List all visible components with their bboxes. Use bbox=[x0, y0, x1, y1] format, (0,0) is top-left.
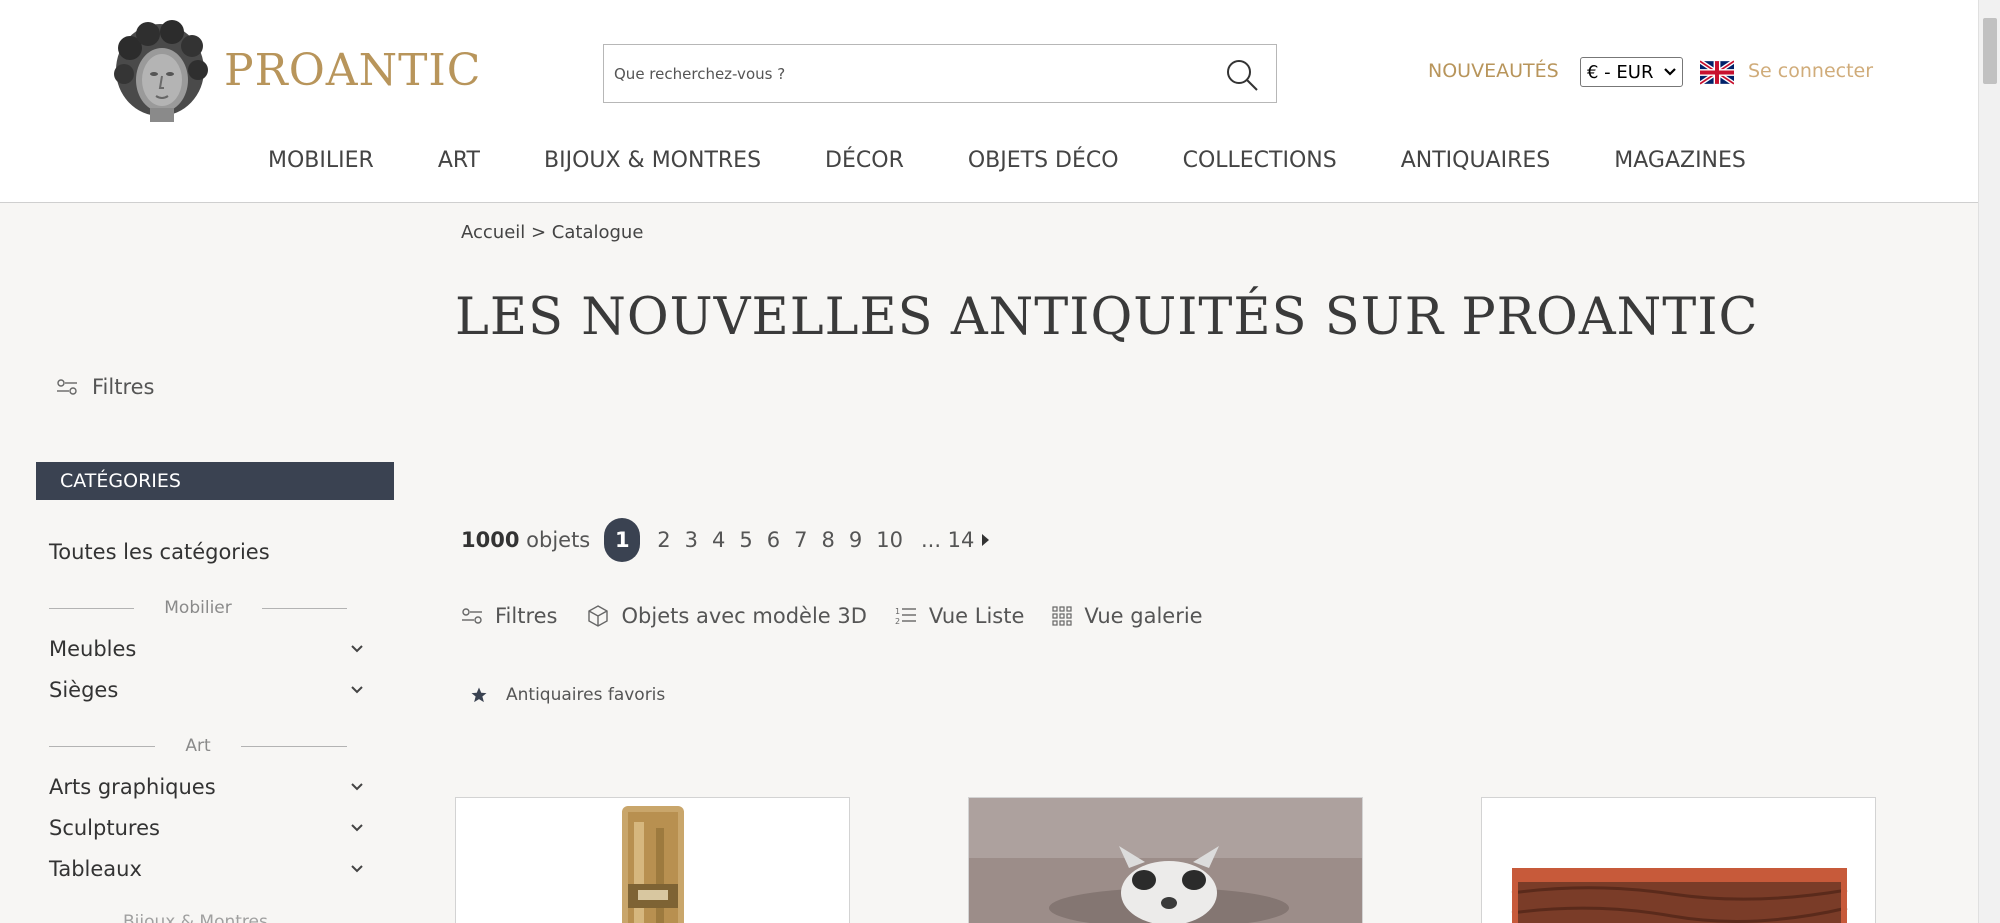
sidebar-filters-button[interactable]: Filtres bbox=[56, 375, 155, 399]
page-title: LES NOUVELLES ANTIQUITÉS SUR PROANTIC bbox=[455, 288, 1759, 347]
favorite-dealers-filter[interactable]: Antiquaires favoris bbox=[470, 685, 665, 705]
search-input[interactable] bbox=[614, 45, 1204, 102]
product-card[interactable] bbox=[455, 797, 850, 923]
list-view-button[interactable]: 1 2 Vue Liste bbox=[895, 604, 1024, 628]
product-card[interactable] bbox=[1481, 797, 1876, 923]
page-link[interactable]: 8 bbox=[822, 528, 835, 552]
category-item-sieges[interactable]: Sièges bbox=[49, 678, 364, 702]
listing-toolbar: Filtres Objets avec modèle 3D 1 2 Vue Li… bbox=[461, 604, 1231, 628]
new-arrivals-link[interactable]: NOUVEAUTÉS bbox=[1428, 60, 1559, 82]
nav-item-decor[interactable]: DÉCOR bbox=[825, 148, 904, 173]
chevron-down-icon bbox=[351, 824, 363, 832]
category-label: Meubles bbox=[49, 637, 137, 661]
page-link[interactable]: 4 bbox=[712, 528, 725, 552]
star-icon bbox=[471, 687, 487, 703]
nav-item-antiquaires[interactable]: ANTIQUAIRES bbox=[1401, 148, 1551, 173]
page-link[interactable]: 6 bbox=[767, 528, 780, 552]
section-label-bijoux: Bijoux & Montres bbox=[123, 912, 268, 923]
filters-button[interactable]: Filtres bbox=[461, 604, 558, 628]
section-divider-mobilier: Mobilier bbox=[49, 598, 348, 618]
next-page-arrow-icon[interactable] bbox=[980, 533, 990, 547]
gallery-view-button[interactable]: Vue galerie bbox=[1052, 604, 1203, 628]
login-link[interactable]: Se connecter bbox=[1748, 60, 1873, 82]
category-label: Tableaux bbox=[49, 857, 142, 881]
nav-item-art[interactable]: ART bbox=[438, 148, 480, 173]
chevron-down-icon bbox=[351, 645, 363, 653]
chevron-down-icon bbox=[351, 783, 363, 791]
chevron-down-icon bbox=[351, 865, 363, 873]
sidebar-filters-label: Filtres bbox=[92, 375, 155, 399]
nav-item-mobilier[interactable]: MOBILIER bbox=[268, 148, 374, 173]
brand-name[interactable]: PROANTIC bbox=[224, 45, 481, 96]
page-link[interactable]: 3 bbox=[685, 528, 698, 552]
category-label: Sièges bbox=[49, 678, 119, 702]
section-label-mobilier: Mobilier bbox=[164, 598, 232, 618]
cube-3d-icon bbox=[587, 605, 608, 627]
result-count: 1000 objets bbox=[461, 528, 590, 552]
section-label-art: Art bbox=[185, 736, 211, 756]
filters-label: Filtres bbox=[495, 604, 558, 628]
nav-item-bijoux[interactable]: BIJOUX & MONTRES bbox=[544, 148, 761, 173]
currency-select[interactable]: € - EUR bbox=[1580, 57, 1683, 87]
filter-sliders-icon bbox=[462, 608, 482, 624]
section-divider-art: Art bbox=[49, 736, 348, 756]
page-link[interactable]: 9 bbox=[849, 528, 862, 552]
site-header: PROANTIC NOUVEAUTÉS € - EUR Se connecter… bbox=[0, 0, 1978, 203]
models-3d-button[interactable]: Objets avec modèle 3D bbox=[586, 604, 867, 628]
product-image bbox=[969, 798, 1362, 923]
result-count-label: objets bbox=[526, 528, 591, 552]
logo-head-icon[interactable] bbox=[110, 20, 210, 124]
search-box bbox=[603, 44, 1277, 103]
grid-view-icon bbox=[1052, 606, 1073, 626]
page-link[interactable]: 5 bbox=[739, 528, 752, 552]
page-scrollbar[interactable] bbox=[1978, 0, 2000, 923]
main-nav: MOBILIER ART BIJOUX & MONTRES DÉCOR OBJE… bbox=[268, 148, 1810, 173]
uk-flag-icon[interactable] bbox=[1700, 60, 1734, 85]
models-3d-label: Objets avec modèle 3D bbox=[621, 604, 867, 628]
page-link[interactable]: 10 bbox=[876, 528, 903, 552]
category-label: Sculptures bbox=[49, 816, 160, 840]
category-item-meubles[interactable]: Meubles bbox=[49, 637, 364, 661]
category-label: Arts graphiques bbox=[49, 775, 216, 799]
search-icon[interactable] bbox=[1224, 57, 1260, 93]
nav-item-magazines[interactable]: MAGAZINES bbox=[1614, 148, 1746, 173]
gallery-view-label: Vue galerie bbox=[1084, 604, 1203, 628]
favorite-dealers-label: Antiquaires favoris bbox=[506, 685, 666, 705]
breadcrumb[interactable]: Accueil > Catalogue bbox=[461, 222, 643, 243]
result-count-number: 1000 bbox=[461, 528, 520, 552]
list-view-icon: 1 2 bbox=[895, 607, 916, 626]
page-link-last[interactable]: ... 14 bbox=[921, 528, 974, 552]
category-item-sculptures[interactable]: Sculptures bbox=[49, 816, 364, 840]
currency-value: € - EUR bbox=[1587, 61, 1654, 83]
page-current[interactable]: 1 bbox=[604, 518, 641, 562]
pagination: 1000 objets 1 2 3 4 5 6 7 8 9 10 ... 14 bbox=[461, 518, 990, 562]
nav-item-collections[interactable]: COLLECTIONS bbox=[1183, 148, 1337, 173]
product-card[interactable] bbox=[968, 797, 1363, 923]
category-item-tableaux[interactable]: Tableaux bbox=[49, 857, 364, 881]
chevron-down-icon bbox=[1664, 68, 1676, 76]
product-image bbox=[1482, 798, 1875, 923]
svg-text:2: 2 bbox=[895, 617, 900, 626]
svg-text:1: 1 bbox=[895, 607, 900, 616]
list-view-label: Vue Liste bbox=[928, 604, 1025, 628]
chevron-down-icon bbox=[351, 686, 363, 694]
all-categories-link[interactable]: Toutes les catégories bbox=[49, 540, 270, 564]
nav-item-objets-deco[interactable]: OBJETS DÉCO bbox=[968, 148, 1119, 173]
page-link[interactable]: 2 bbox=[657, 528, 670, 552]
categories-heading: CATÉGORIES bbox=[36, 462, 394, 500]
filter-sliders-icon bbox=[57, 379, 77, 395]
scrollbar-thumb[interactable] bbox=[1983, 18, 1997, 84]
category-item-arts-graphiques[interactable]: Arts graphiques bbox=[49, 775, 364, 799]
product-image bbox=[456, 798, 849, 923]
page-link[interactable]: 7 bbox=[794, 528, 807, 552]
